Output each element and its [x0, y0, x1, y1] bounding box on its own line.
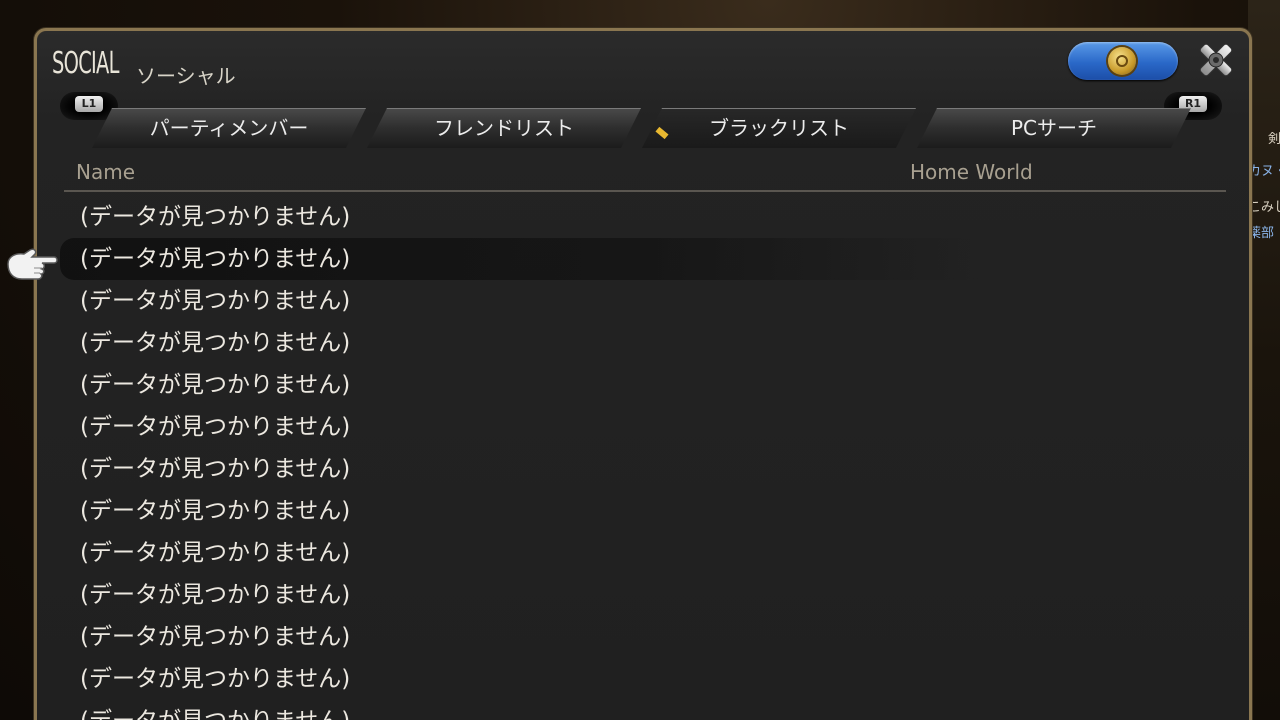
background-text: 剣 — [1268, 132, 1280, 147]
pointing-hand-icon — [7, 248, 58, 280]
active-tab-marker-icon — [655, 127, 668, 139]
list-item[interactable]: (データが見つかりません) — [60, 406, 1226, 448]
background-text: こみし — [1248, 200, 1280, 215]
tab-pc-search[interactable]: PCサーチ — [915, 108, 1193, 148]
window-subtitle: ソーシャル — [136, 64, 236, 88]
list-item[interactable]: (データが見つかりません) — [60, 574, 1226, 616]
list-item[interactable]: (データが見つかりません) — [60, 364, 1226, 406]
background-text: カヌ・ — [1248, 164, 1280, 179]
list-item-selected[interactable]: (データが見つかりません) — [60, 238, 1226, 280]
tab-friend-list[interactable]: フレンドリスト — [365, 108, 643, 148]
window-title: SOCIAL — [52, 46, 119, 81]
tab-label: ブラックリスト — [709, 116, 849, 140]
blacklist-rows: (データが見つかりません) (データが見つかりません) (データが見つかりません… — [60, 196, 1226, 720]
list-item[interactable]: (データが見つかりません) — [60, 322, 1226, 364]
list-item[interactable]: (データが見つかりません) — [60, 448, 1226, 490]
list-item[interactable]: (データが見つかりません) — [60, 700, 1226, 720]
game-scene: 剣 カヌ・ こみし 薬部 SOCIAL ソーシャル L1 R1 パーティメンバー — [0, 0, 1280, 720]
close-cross-icon[interactable] — [1194, 38, 1238, 82]
list-item[interactable]: (データが見つかりません) — [60, 658, 1226, 700]
list-item[interactable]: (データが見つかりません) — [60, 532, 1226, 574]
world-button[interactable] — [1068, 42, 1178, 80]
list-item[interactable]: (データが見つかりません) — [60, 280, 1226, 322]
list-item[interactable]: (データが見つかりません) — [60, 616, 1226, 658]
list-item[interactable]: (データが見つかりません) — [60, 490, 1226, 532]
header-divider — [64, 190, 1226, 192]
world-crest-icon — [1108, 47, 1136, 75]
tab-label: PCサーチ — [1010, 116, 1098, 140]
tab-label: パーティメンバー — [149, 116, 309, 140]
background-right-edge — [1248, 0, 1280, 720]
column-header-home-world[interactable]: Home World — [910, 160, 1033, 184]
l1-label: L1 — [75, 96, 103, 112]
tab-label: フレンドリスト — [434, 116, 574, 140]
list-item[interactable]: (データが見つかりません) — [60, 196, 1226, 238]
tab-party-members[interactable]: パーティメンバー — [90, 108, 368, 148]
column-header-name[interactable]: Name — [76, 160, 135, 184]
tab-blacklist[interactable]: ブラックリスト — [640, 108, 918, 148]
